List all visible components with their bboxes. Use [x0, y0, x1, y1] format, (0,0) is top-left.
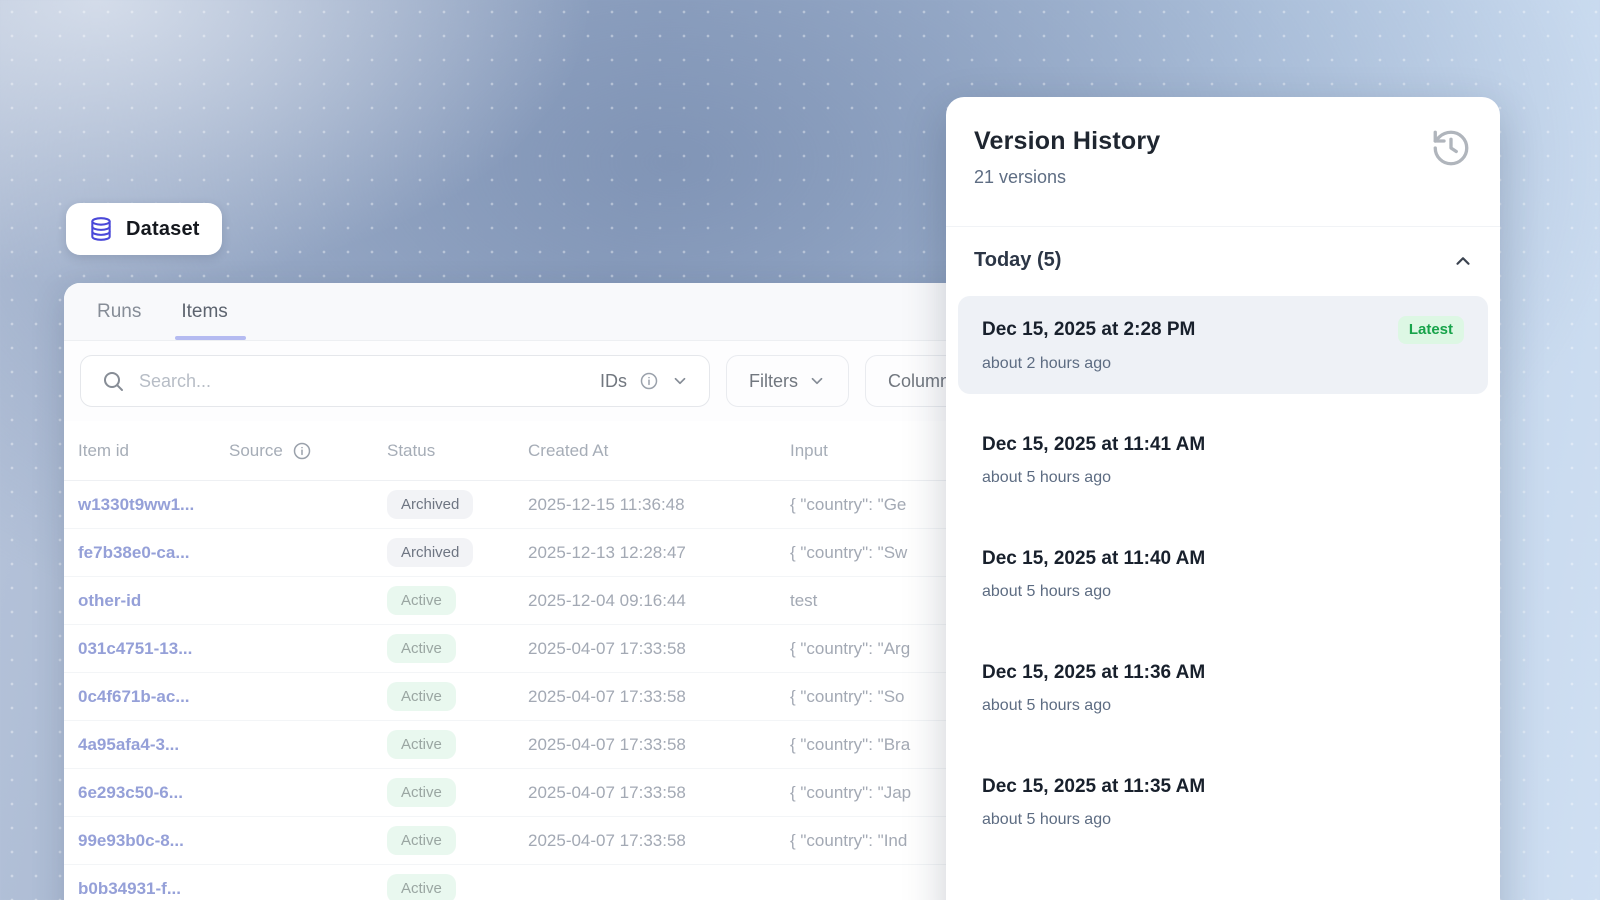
created-at-cell: 2025-12-13 12:28:47 — [528, 543, 790, 563]
created-at-cell: 2025-04-07 17:33:58 — [528, 687, 790, 707]
created-at-cell: 2025-04-07 17:33:58 — [528, 783, 790, 803]
column-header-created-at: Created At — [528, 441, 790, 461]
item-id-link[interactable]: w1330t9ww1... — [78, 495, 229, 515]
item-id-link[interactable]: 031c4751-13... — [78, 639, 229, 659]
tab-items[interactable]: Items — [175, 283, 233, 340]
version-entry-top: Dec 15, 2025 at 2:28 PM Latest — [982, 316, 1464, 344]
filters-button[interactable]: Filters — [726, 355, 849, 407]
chevron-up-icon — [1452, 250, 1474, 272]
status-cell: Active — [387, 682, 528, 711]
info-icon[interactable] — [639, 371, 659, 391]
history-icon — [1430, 127, 1472, 169]
created-at-cell: 2025-04-07 17:33:58 — [528, 831, 790, 851]
version-entry[interactable]: Dec 15, 2025 at 11:41 AM about 5 hours a… — [958, 412, 1488, 508]
version-list: Dec 15, 2025 at 2:28 PM Latest about 2 h… — [946, 290, 1500, 880]
status-badge: Active — [387, 826, 456, 855]
item-id-link[interactable]: 99e93b0c-8... — [78, 831, 229, 851]
version-history-header: Version History 21 versions — [946, 97, 1500, 227]
column-header-label: Item id — [78, 441, 129, 461]
version-entry-top: Dec 15, 2025 at 11:40 AM — [982, 546, 1464, 572]
item-id-link[interactable]: 6e293c50-6... — [78, 783, 229, 803]
version-entry[interactable]: Dec 15, 2025 at 11:35 AM about 5 hours a… — [958, 754, 1488, 850]
version-count: 21 versions — [974, 167, 1160, 188]
tab-runs-label: Runs — [97, 301, 141, 323]
version-entry[interactable]: Dec 15, 2025 at 11:36 AM about 5 hours a… — [958, 640, 1488, 736]
tab-runs[interactable]: Runs — [91, 283, 147, 340]
chevron-down-icon — [671, 372, 689, 390]
active-tab-indicator — [175, 336, 245, 340]
version-history-titles: Version History 21 versions — [974, 127, 1160, 188]
version-group-toggle[interactable]: Today (5) — [946, 227, 1500, 290]
status-badge: Active — [387, 682, 456, 711]
version-date: Dec 15, 2025 at 11:36 AM — [982, 660, 1205, 686]
search-icon — [101, 369, 125, 393]
version-date: Dec 15, 2025 at 2:28 PM — [982, 317, 1195, 343]
ids-dropdown-label: IDs — [600, 371, 627, 392]
ids-dropdown[interactable]: IDs — [600, 371, 689, 392]
background: { "dataset_badge": { "label": "Dataset" … — [0, 0, 1600, 900]
dataset-badge[interactable]: Dataset — [66, 203, 222, 255]
version-entry[interactable]: Dec 15, 2025 at 2:28 PM Latest about 2 h… — [958, 296, 1488, 394]
status-cell: Active — [387, 730, 528, 759]
version-entry-top: Dec 15, 2025 at 11:36 AM — [982, 660, 1464, 686]
info-icon[interactable] — [292, 441, 312, 461]
status-badge: Archived — [387, 490, 473, 519]
version-date: Dec 15, 2025 at 11:40 AM — [982, 546, 1205, 572]
column-header-label: Status — [387, 441, 435, 461]
status-cell: Active — [387, 586, 528, 615]
status-badge: Active — [387, 634, 456, 663]
created-at-cell: 2025-12-04 09:16:44 — [528, 591, 790, 611]
chevron-down-icon — [808, 372, 826, 390]
status-badge: Active — [387, 778, 456, 807]
status-cell: Archived — [387, 490, 528, 519]
version-history-panel: Version History 21 versions Today (5) De… — [946, 97, 1500, 900]
column-header-item-id: Item id — [78, 441, 229, 461]
status-cell: Active — [387, 634, 528, 663]
status-badge: Archived — [387, 538, 473, 567]
status-cell: Active — [387, 826, 528, 855]
column-header-source: Source — [229, 441, 387, 461]
version-relative-time: about 5 hours ago — [982, 695, 1464, 716]
status-badge: Active — [387, 730, 456, 759]
status-cell: Archived — [387, 538, 528, 567]
search-input[interactable] — [139, 371, 586, 392]
version-date: Dec 15, 2025 at 11:35 AM — [982, 774, 1205, 800]
column-header-label: Created At — [528, 441, 608, 461]
dataset-badge-label: Dataset — [126, 218, 200, 241]
database-icon — [88, 216, 114, 242]
status-badge: Active — [387, 586, 456, 615]
created-at-cell: 2025-04-07 17:33:58 — [528, 735, 790, 755]
version-relative-time: about 5 hours ago — [982, 581, 1464, 602]
created-at-cell: 2025-12-15 11:36:48 — [528, 495, 790, 515]
version-relative-time: about 5 hours ago — [982, 809, 1464, 830]
version-group-label: Today (5) — [974, 249, 1061, 272]
version-entry-top: Dec 15, 2025 at 11:41 AM — [982, 432, 1464, 458]
version-entry[interactable]: Dec 15, 2025 at 11:40 AM about 5 hours a… — [958, 526, 1488, 622]
created-at-cell: 2025-04-07 17:33:58 — [528, 639, 790, 659]
column-header-label: Source — [229, 441, 283, 461]
status-badge: Active — [387, 874, 456, 900]
item-id-link[interactable]: b0b34931-f... — [78, 879, 229, 899]
search-box: IDs — [80, 355, 710, 407]
version-relative-time: about 5 hours ago — [982, 467, 1464, 488]
column-header-status: Status — [387, 441, 528, 461]
status-cell: Active — [387, 778, 528, 807]
version-entry-top: Dec 15, 2025 at 11:35 AM — [982, 774, 1464, 800]
item-id-link[interactable]: other-id — [78, 591, 229, 611]
version-date: Dec 15, 2025 at 11:41 AM — [982, 432, 1205, 458]
status-cell: Active — [387, 874, 528, 900]
latest-badge: Latest — [1398, 316, 1464, 344]
filters-button-label: Filters — [749, 371, 798, 392]
item-id-link[interactable]: 0c4f671b-ac... — [78, 687, 229, 707]
panel-title: Version History — [974, 127, 1160, 156]
column-header-label: Input — [790, 441, 828, 461]
version-relative-time: about 2 hours ago — [982, 353, 1464, 374]
tab-items-label: Items — [181, 301, 227, 323]
item-id-link[interactable]: 4a95afa4-3... — [78, 735, 229, 755]
item-id-link[interactable]: fe7b38e0-ca... — [78, 543, 229, 563]
